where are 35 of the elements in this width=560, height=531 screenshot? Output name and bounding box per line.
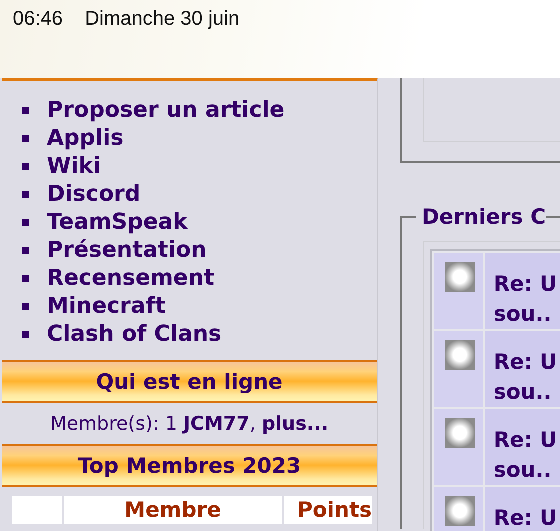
date-label: Dimanche 30 juin <box>85 8 240 31</box>
menu-link[interactable]: Recensement <box>47 266 215 290</box>
menu-link[interactable]: Wiki <box>47 154 101 178</box>
menu-link[interactable]: Clash of Clans <box>47 322 222 346</box>
bullet-icon <box>22 134 29 142</box>
topic-icon <box>445 340 475 370</box>
bullet-icon <box>22 274 29 282</box>
topic-icon <box>445 496 475 526</box>
menu-link[interactable]: Discord <box>47 182 141 206</box>
menu-link[interactable]: Proposer un article <box>47 98 285 122</box>
header-cell <box>12 496 62 524</box>
bullet-icon <box>22 246 29 254</box>
section-title: Derniers C <box>421 205 546 229</box>
bullet-icon <box>22 330 29 338</box>
section-header: Qui est en ligne <box>2 360 377 403</box>
topic-title[interactable]: Re: U sou.. <box>484 409 560 485</box>
topic-title[interactable]: Re: U sou.. <box>484 331 560 407</box>
section-header: Top Membres 2023 <box>2 444 377 487</box>
bullet-icon <box>22 218 29 226</box>
menu-link[interactable]: Applis <box>47 126 124 150</box>
bullet-icon <box>22 162 29 170</box>
bullet-icon <box>22 302 29 310</box>
bullet-icon <box>22 106 29 114</box>
menu-link[interactable]: Présentation <box>47 238 207 262</box>
topic-title[interactable]: Re: U <box>484 487 560 531</box>
column-header: Points <box>284 496 372 524</box>
menu-link[interactable]: TeamSpeak <box>47 210 188 234</box>
topic-icon <box>445 262 475 292</box>
topic-icon <box>445 418 475 448</box>
clock-time: 06:46 <box>13 8 64 31</box>
topic-title[interactable]: Re: U sou.. <box>484 253 560 329</box>
menu-link[interactable]: Minecraft <box>47 294 166 318</box>
online-members-text: Membre(s): 1 JCM77, plus... <box>50 412 329 434</box>
column-header: Membre <box>64 496 282 524</box>
bullet-icon <box>22 190 29 198</box>
